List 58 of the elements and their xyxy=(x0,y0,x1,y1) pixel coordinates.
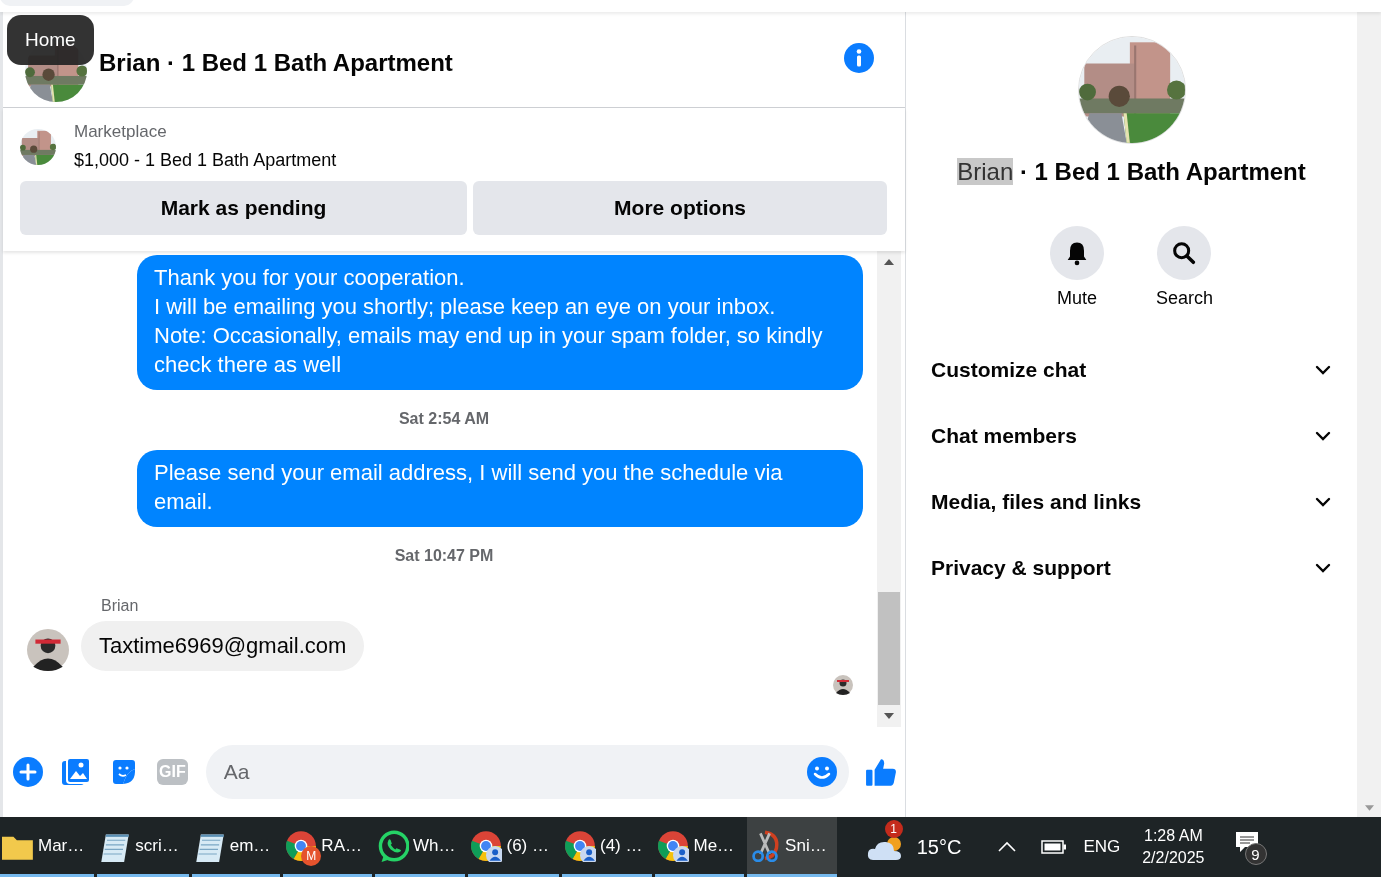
avatar-icon[interactable] xyxy=(27,629,69,671)
clock[interactable]: 1:28 AM 2/2/2025 xyxy=(1142,827,1205,867)
conversation-title: Brian · 1 Bed 1 Bath Apartment xyxy=(957,158,1306,186)
timestamp: Sat 2:54 AM xyxy=(397,410,491,428)
smiley-icon[interactable] xyxy=(807,757,837,787)
listing-title: $1,000 - 1 Bed 1 Bath Apartment xyxy=(74,150,337,171)
sender-name: Brian xyxy=(101,597,140,615)
taskbar-button[interactable]: (4) … xyxy=(562,817,653,877)
plus-icon[interactable] xyxy=(13,757,43,787)
section-title: Customize chat xyxy=(931,358,1087,382)
notification-count: 9 xyxy=(1244,843,1267,865)
tooltip: Home xyxy=(7,15,94,65)
read-receipt-icon[interactable] xyxy=(833,675,853,695)
notification-badge: 1 xyxy=(884,820,903,838)
scroll-down-arrow-icon[interactable] xyxy=(884,713,894,719)
section-title: Privacy & support xyxy=(931,556,1111,580)
taskbar-button[interactable]: (6) … xyxy=(468,817,559,877)
temperature: 15°C xyxy=(916,835,962,859)
browser-icon xyxy=(470,829,503,862)
message-input[interactable]: Aa xyxy=(205,745,849,799)
section-header[interactable]: Chat members xyxy=(906,403,1357,469)
scrollbar[interactable] xyxy=(877,251,901,727)
taskbar-button[interactable]: Mar… xyxy=(0,817,95,877)
listing-button[interactable]: Mark as pending xyxy=(20,181,467,235)
listing-source: Marketplace xyxy=(74,122,168,142)
taskbar-button[interactable]: em… xyxy=(191,817,281,877)
scroll-up-arrow-icon[interactable] xyxy=(884,259,894,265)
bell-button[interactable] xyxy=(1049,226,1104,280)
section-header[interactable]: Media, files and links xyxy=(906,469,1357,535)
action-label: Mute xyxy=(1056,288,1097,309)
section-header[interactable]: Privacy & support xyxy=(906,535,1357,601)
thumbs-up-icon[interactable] xyxy=(865,756,897,788)
language-indicator[interactable]: ENG xyxy=(1083,837,1121,857)
taskbar-button[interactable]: Sni… xyxy=(747,817,837,877)
browser-icon xyxy=(564,829,596,862)
taskbar-button[interactable]: Me… xyxy=(655,817,745,877)
taskbar-button[interactable]: Wh… xyxy=(375,817,466,877)
section-header[interactable]: Customize chat xyxy=(906,337,1357,403)
message-bubble: Please send your email address, I will send you the schedule via email. xyxy=(137,450,863,527)
action-label: Search xyxy=(1155,288,1213,309)
scrollbar-thumb[interactable] xyxy=(878,592,900,705)
chevron-up-icon[interactable] xyxy=(997,841,1018,853)
chat-title: Brian · 1 Bed 1 Bath Apartment xyxy=(99,48,454,77)
message-bubble: Taxtime6969@gmail.com xyxy=(81,621,365,671)
browser-icon xyxy=(657,829,690,862)
taskbar-button[interactable]: scri… xyxy=(97,817,189,877)
timestamp: Sat 10:47 PM xyxy=(393,547,495,565)
info-icon[interactable] xyxy=(843,41,875,74)
section-title: Media, files and links xyxy=(931,490,1142,514)
message-bubble: Thank you for your cooperation. I will be emailing you shortly; please keep an eye on your inbox. Note: Occasionally, emails may end up in your spam folder, so kindly check there as well xyxy=(137,255,863,390)
listing-button[interactable]: More options xyxy=(473,181,887,235)
battery-icon[interactable] xyxy=(1041,840,1068,854)
section-title: Chat members xyxy=(931,424,1077,448)
search-button[interactable] xyxy=(1157,226,1212,280)
phone-icon xyxy=(377,829,409,862)
scrollbar[interactable] xyxy=(1357,12,1381,817)
image-icon[interactable] xyxy=(61,757,91,787)
taskbar-button[interactable]: M RA… xyxy=(283,817,372,877)
